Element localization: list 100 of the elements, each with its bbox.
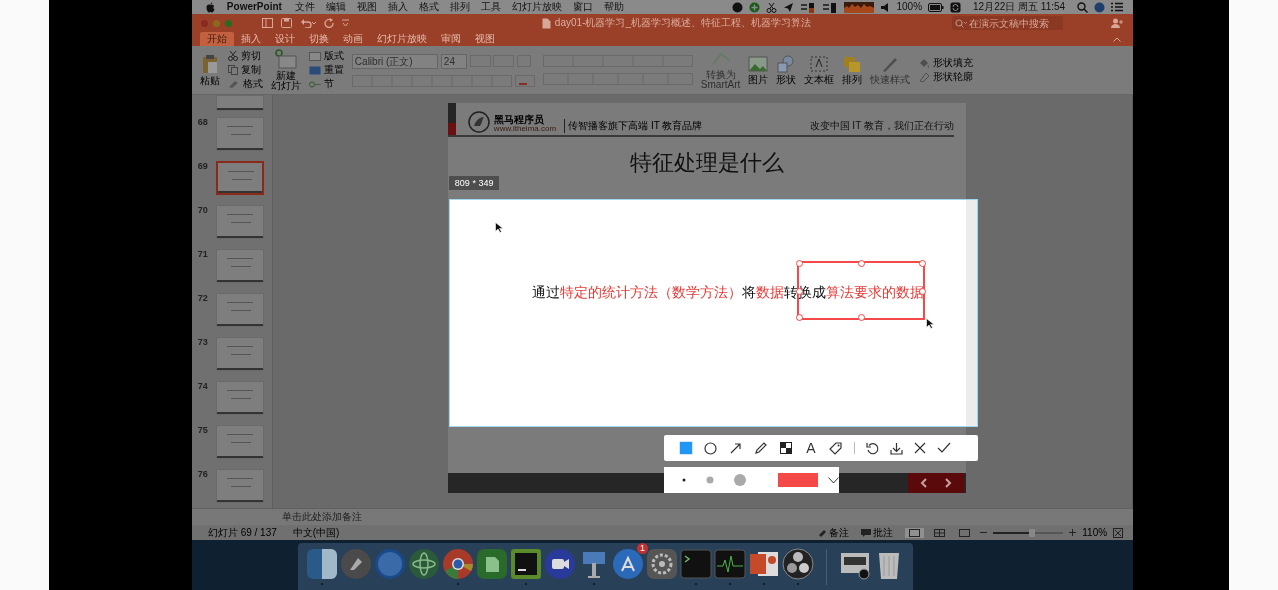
slide-thumbnail[interactable]: [215, 293, 264, 327]
language-label: 中文(中国): [292, 525, 340, 540]
check-icon[interactable]: [936, 442, 951, 454]
layout-icon[interactable]: [308, 51, 321, 61]
ribbon-tab[interactable]: 插入: [233, 32, 268, 46]
ring-icon[interactable]: [442, 548, 474, 580]
textbox-icon[interactable]: [809, 55, 830, 73]
new-slide-icon[interactable]: [274, 49, 297, 69]
redo-icon[interactable]: [323, 18, 334, 28]
graph-monitor-icon[interactable]: [714, 548, 746, 580]
ribbon-tab[interactable]: 设计: [267, 32, 302, 46]
slide-number: 75: [197, 425, 209, 437]
previous-icon[interactable]: [919, 478, 928, 488]
ribbon-tab[interactable]: 动画: [335, 32, 370, 46]
slide-thumbnail[interactable]: [215, 337, 264, 371]
scissors-icon[interactable]: [227, 51, 238, 61]
pen-tool[interactable]: [753, 441, 768, 455]
ellipse-tool[interactable]: [703, 441, 718, 455]
ribbon-tab[interactable]: 视图: [467, 32, 502, 46]
ribbon-tool-label: 转换为 SmartArt: [700, 70, 741, 90]
normal-view-button[interactable]: [905, 527, 925, 538]
ribbon-tab[interactable]: 幻灯片放映: [369, 32, 434, 46]
mosaic-tool[interactable]: [778, 441, 793, 455]
reset-icon[interactable]: [308, 65, 321, 75]
menu-item[interactable]: 排列: [449, 1, 470, 13]
camera-icon[interactable]: [544, 548, 576, 580]
comments-toggle[interactable]: 批注: [861, 525, 894, 540]
save-icon[interactable]: [280, 18, 292, 28]
menu-item[interactable]: 窗口: [572, 1, 593, 13]
menu-item[interactable]: 工具: [480, 1, 501, 13]
menu-item[interactable]: 幻灯片放映: [511, 1, 562, 13]
search-icon[interactable]: [1077, 1, 1089, 13]
apple-icon[interactable]: [205, 1, 215, 13]
volume-icon[interactable]: [880, 1, 891, 13]
slide-thumbnail[interactable]: [215, 161, 264, 195]
atom-icon[interactable]: [408, 548, 440, 580]
ribbon-tab[interactable]: 开始: [199, 32, 234, 46]
fit-to-window-icon[interactable]: [1113, 527, 1124, 538]
ribbon-tab[interactable]: 切换: [301, 32, 336, 46]
font-color-icon[interactable]: [514, 74, 535, 87]
collapse-ribbon-icon[interactable]: [1113, 37, 1122, 42]
note-icon[interactable]: [476, 548, 508, 580]
plus-circle-icon[interactable]: [749, 1, 761, 13]
battery-icon[interactable]: [928, 2, 945, 12]
dark-square-icon[interactable]: [510, 548, 542, 580]
section-icon[interactable]: [308, 79, 321, 89]
gear-icon[interactable]: [646, 548, 678, 580]
slide-slogan: 改变中国 IT 教育，我们正在行动: [809, 119, 954, 133]
share-person-icon[interactable]: [1111, 18, 1124, 28]
zoom-slider[interactable]: [993, 531, 1064, 534]
shapes-icon[interactable]: [776, 55, 797, 73]
color-swatch[interactable]: [777, 473, 818, 487]
annotation-rectangle[interactable]: [796, 261, 925, 320]
two-tone-square-icon[interactable]: [306, 548, 338, 580]
zoom-in-icon[interactable]: [1069, 529, 1077, 536]
slide-thumbnail[interactable]: [215, 95, 264, 111]
menu-item[interactable]: 文件: [294, 1, 315, 13]
horse-logo-icon: [467, 111, 490, 133]
slide-nav-arrows[interactable]: [907, 473, 964, 493]
small-dot-icon[interactable]: [681, 478, 686, 482]
menu-item[interactable]: 视图: [356, 1, 377, 13]
window-title: day01-机器学习_机器学习概述、特征工程、机器学习算法: [554, 16, 811, 30]
sync-icon[interactable]: [950, 1, 962, 13]
rectangle-tool[interactable]: [678, 441, 693, 455]
slide-thumbnail[interactable]: [215, 469, 264, 503]
menu-item[interactable]: 格式: [418, 1, 439, 13]
app-menu[interactable]: PowerPoint: [226, 1, 282, 13]
terminal-icon[interactable]: [680, 548, 712, 580]
slide-thumbnail[interactable]: [215, 425, 264, 459]
menu-item[interactable]: 帮助: [603, 1, 624, 13]
menu-item[interactable]: 插入: [387, 1, 408, 13]
slide-thumbnail[interactable]: [215, 117, 264, 151]
slide-thumbnail[interactable]: [215, 249, 264, 283]
notes-field[interactable]: 单击此处添加备注: [281, 510, 362, 524]
chevron-down-icon[interactable]: [827, 476, 839, 484]
undo-icon[interactable]: [865, 441, 879, 455]
clipboard-icon[interactable]: [201, 54, 218, 74]
list-icon[interactable]: [1111, 2, 1124, 12]
search-field[interactable]: 在演示文稿中搜索: [952, 16, 1064, 30]
menu-item[interactable]: 编辑: [325, 1, 346, 13]
customize-caret-icon[interactable]: [341, 18, 349, 28]
ribbon-tab[interactable]: 审阅: [433, 32, 468, 46]
tag-tool[interactable]: [828, 441, 843, 455]
next-icon[interactable]: [943, 478, 952, 488]
scissors-icon[interactable]: [766, 1, 778, 13]
close-icon[interactable]: [913, 442, 926, 454]
medium-dot-icon[interactable]: [705, 476, 714, 484]
notes-toggle[interactable]: 备注: [818, 525, 850, 540]
large-dot-icon[interactable]: [733, 474, 746, 486]
brand-url: www.itheima.com: [493, 125, 557, 133]
dark-circle-icon[interactable]: [782, 548, 814, 580]
picture-icon[interactable]: [748, 55, 769, 73]
text-tool[interactable]: A: [803, 441, 818, 455]
slide-thumbnail[interactable]: [215, 205, 264, 239]
copy-icon[interactable]: [227, 65, 238, 75]
panel-icon[interactable]: [261, 18, 273, 28]
zoom-out-icon[interactable]: [980, 529, 988, 536]
arrow-tool[interactable]: [728, 441, 743, 455]
download-icon[interactable]: [889, 441, 903, 455]
slide-thumbnail[interactable]: [215, 381, 264, 415]
